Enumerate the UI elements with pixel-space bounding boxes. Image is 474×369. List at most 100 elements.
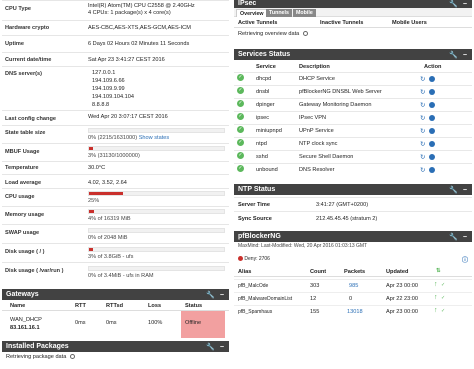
update-icon[interactable]: ↑ [434,294,438,301]
service-desc: Gateway Monitoring Daemon [299,102,372,108]
ipsec-col-mobile: Mobile Users [392,20,427,26]
restart-icon[interactable]: ↻ [420,140,425,148]
stop-icon[interactable] [429,76,435,82]
wrench-icon[interactable]: 🔧 [449,50,458,61]
gw-ip: 83.161.16.1 [10,325,40,331]
pfblocker-deny-wrap: Deny: 2706 [238,256,270,262]
service-row-dhcpd: ✓ dhcpd DHCP Service ↻ [234,72,472,85]
wrench-icon[interactable]: 🔧 [449,232,458,243]
pfb-alias[interactable]: pfB_Spamhaus [238,309,272,315]
load-row: Load average 4.02, 3.52, 2.64 [2,174,229,188]
stop-icon[interactable] [429,141,435,147]
cpu-usage-text: 25% [88,198,100,204]
ipsec-message: Retrieving overview data [238,31,308,37]
gateways-header-row: Name RTT RTTsd Loss Status [2,300,229,311]
stop-icon[interactable] [429,167,435,173]
right-column: IPsec 🔧 − Overview Tunnels Mobile Active… [234,0,472,369]
last-config-row: Last config change Wed Apr 20 3:07:17 CE… [2,110,229,125]
svc-col-service: Service [256,64,276,70]
pfb-updated: Apr 23 00:00 [386,309,419,315]
cpu-usage-fill [89,192,123,195]
dns-value-2: 194.109.6.66 [92,78,125,84]
info-icon[interactable]: ⓘ [462,255,468,264]
restart-icon[interactable]: ↻ [420,153,425,161]
restart-icon[interactable]: ↻ [420,101,425,109]
dns-value-3: 194.109.9.99 [92,86,125,92]
disk-root-bar [88,247,225,252]
hardware-crypto-label: Hardware crypto [5,25,50,31]
gateways-title: Gateways [6,291,39,298]
state-table-bar [88,128,225,133]
packages-message-text: Retrieving package data [6,354,67,360]
pfblocker-deny: Deny: 2706 [244,256,270,262]
check-icon: ✓ [237,74,244,81]
update-icon[interactable]: ↑ [434,281,438,288]
gw-col-rtt: RTT [75,303,86,309]
collapse-icon[interactable]: − [463,185,467,196]
pfb-packets[interactable]: 13018 [347,309,363,315]
show-states-link[interactable]: Show states [139,135,169,141]
restart-icon[interactable]: ↻ [420,127,425,135]
cpu-type-label: CPU Type [5,6,32,12]
service-name: ipsec [256,115,270,121]
ipsec-col-inactive: Inactive Tunnels [320,20,364,26]
datetime-row: Current date/time Sat Apr 23 3:41:27 CES… [2,52,229,66]
memory-row: Memory usage 4% of 16319 MiB [2,206,229,224]
wrench-icon[interactable]: 🔧 [449,185,458,196]
stop-icon[interactable] [429,115,435,121]
service-desc: DNS Resolver [299,167,335,173]
stop-icon[interactable] [429,128,435,134]
service-name: dnsbl [256,89,270,95]
restart-icon[interactable]: ↻ [420,166,425,174]
ntp-server-time-row: Server Time 3:41:27 (GMT+0200) [234,197,472,211]
pfb-row: pfB_Spamhaus 155 13018 Apr 23 00:00 ↑ ✓ [234,305,472,318]
service-row-ipsec: ✓ ipsec IPsec VPN ↻ [234,111,472,124]
state-table-label: State table size [5,130,46,136]
service-desc: IPsec VPN [299,115,327,121]
service-row-ntpd: ✓ ntpd NTP clock sync ↻ [234,137,472,150]
tab-tunnels[interactable]: Tunnels [266,9,292,17]
pfb-packets[interactable]: 985 [349,283,358,289]
pfb-alias[interactable]: pfB_MalwareDomainList [238,296,292,302]
gw-col-status: Status [185,303,203,309]
disk-root-text: 3% of 3.8GiB - ufs [88,254,134,260]
pfblocker-title: pfBlockerNG [238,233,281,240]
gw-name: WAN_DHCP [10,317,42,323]
stop-icon[interactable] [429,154,435,160]
stop-icon[interactable] [429,89,435,95]
dns-value-1: 127.0.0.1 [92,70,116,76]
gateways-header: Gateways 🔧 − [2,289,229,300]
service-row-dnsbl: ✓ dnsbl pfBlockerNG DNSBL Web Server ↻ [234,85,472,98]
ntp-sync-source: 212.45.45.45 (stratum 2) [316,216,378,222]
restart-icon[interactable]: ↻ [420,88,425,96]
datetime-label: Current date/time [5,57,52,63]
status-icon: ✓ [441,282,446,288]
restart-icon[interactable]: ↻ [420,75,425,83]
tab-overview[interactable]: Overview [236,9,268,17]
swap-row: SWAP usage 0% of 2048 MiB [2,224,229,243]
memory-bar [88,209,225,214]
collapse-icon[interactable]: − [220,342,224,353]
restart-icon[interactable]: ↻ [420,114,425,122]
pfb-row: pfB_MalwareDomainList 12 0 Apr 22 23:00 … [234,292,472,305]
tab-mobile[interactable]: Mobile [293,9,316,17]
svc-col-action: Action [424,64,442,70]
pfblocker-rows: pfB_MalcOde 303 985 Apr 23 00:00 ↑ ✓ pfB… [234,279,472,318]
collapse-icon[interactable]: − [463,50,467,61]
collapse-icon[interactable]: − [463,232,467,243]
wrench-icon[interactable]: 🔧 [206,342,215,353]
pfb-col-alias: Alias [238,269,252,275]
packages-header: Installed Packages 🔧 − [2,341,229,352]
temperature-row: Temperature 30.0°C [2,161,229,174]
pfblocker-columns: Alias Count Packets Updated ⇅ [234,266,472,277]
service-desc: NTP clock sync [299,141,338,147]
pfblocker-maxmind: MaxMind: Last-Modified: Wed, 20 Apr 2016… [238,243,368,249]
dns-label: DNS server(s) [5,71,42,77]
pfb-alias[interactable]: pfB_MalcOde [238,283,268,289]
update-icon[interactable]: ↑ [434,307,438,314]
ntp-title: NTP Status [238,186,276,193]
sort-icon[interactable]: ⇅ [436,268,441,274]
stop-icon[interactable] [429,102,435,108]
swap-text: 0% of 2048 MiB [88,235,128,241]
temperature-label: Temperature [5,165,39,171]
